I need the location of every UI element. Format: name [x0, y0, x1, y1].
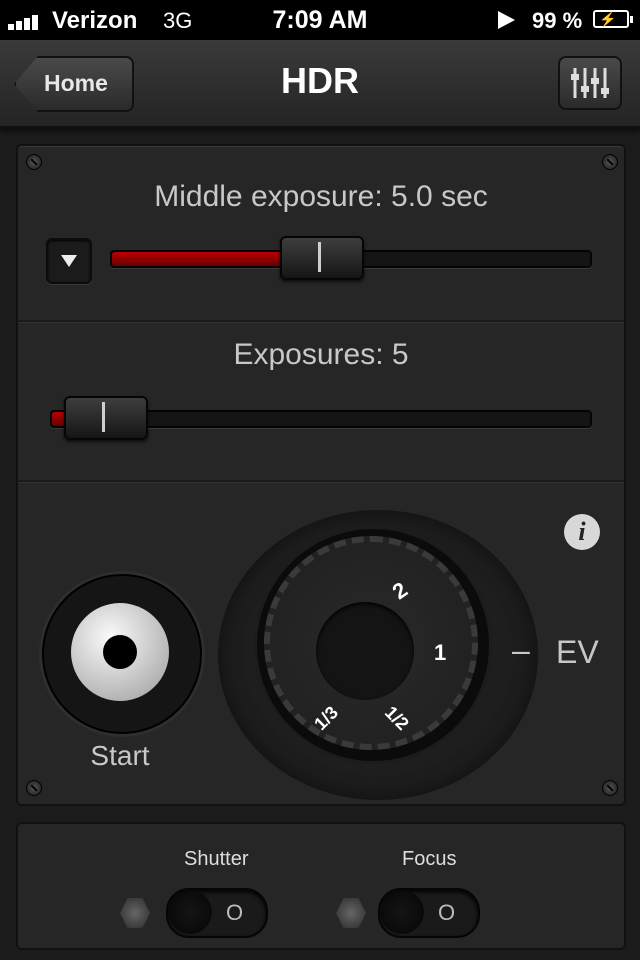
- screw-icon: [26, 780, 42, 796]
- toggle-panel: Shutter O Focus O: [16, 822, 626, 950]
- ev-dial-center: [316, 602, 414, 700]
- navigation-bar: Home HDR: [0, 40, 640, 129]
- ev-label: EV: [556, 634, 599, 670]
- shutter-label: Shutter: [184, 848, 249, 870]
- divider: [18, 320, 624, 323]
- ev-mark-1: 1: [434, 640, 447, 665]
- start-button[interactable]: [42, 574, 202, 734]
- screw-icon: [602, 780, 618, 796]
- sliders-icon: [571, 68, 609, 98]
- shutter-toggle-state: O: [226, 900, 244, 925]
- focus-toggle-knob: [380, 890, 424, 934]
- screw-icon: [602, 154, 618, 170]
- screw-icon: [26, 154, 42, 170]
- shutter-indicator-light: [120, 898, 150, 928]
- focus-toggle-state: O: [438, 900, 456, 925]
- focus-label: Focus: [402, 848, 457, 870]
- exposure-dropdown-button[interactable]: [46, 238, 92, 284]
- play-icon: [498, 11, 515, 29]
- shutter-toggle[interactable]: O: [166, 888, 268, 938]
- status-bar: Verizon 3G 7:09 AM 99 % ⚡: [0, 0, 640, 40]
- ev-minus-sign: –: [512, 632, 530, 668]
- middle-exposure-label: Middle exposure: 5.0 sec: [154, 180, 488, 213]
- exposures-slider-thumb[interactable]: [63, 396, 148, 440]
- battery-percent: 99 %: [532, 8, 583, 33]
- hdr-settings-panel: Middle exposure: 5.0 sec Exposures: 5 i …: [16, 144, 626, 806]
- battery-charging-icon: ⚡: [593, 10, 633, 28]
- start-label: Start: [90, 740, 150, 771]
- page-title: HDR: [281, 60, 359, 101]
- shutter-release-icon: [71, 603, 169, 701]
- divider: [18, 480, 624, 483]
- focus-indicator-light: [336, 898, 366, 928]
- focus-toggle[interactable]: O: [378, 888, 480, 938]
- exposures-label: Exposures: 5: [233, 338, 409, 371]
- shutter-toggle-knob: [168, 890, 212, 934]
- info-icon[interactable]: i: [564, 514, 600, 550]
- middle-exposure-slider-thumb[interactable]: [280, 236, 365, 280]
- settings-button[interactable]: [558, 56, 622, 110]
